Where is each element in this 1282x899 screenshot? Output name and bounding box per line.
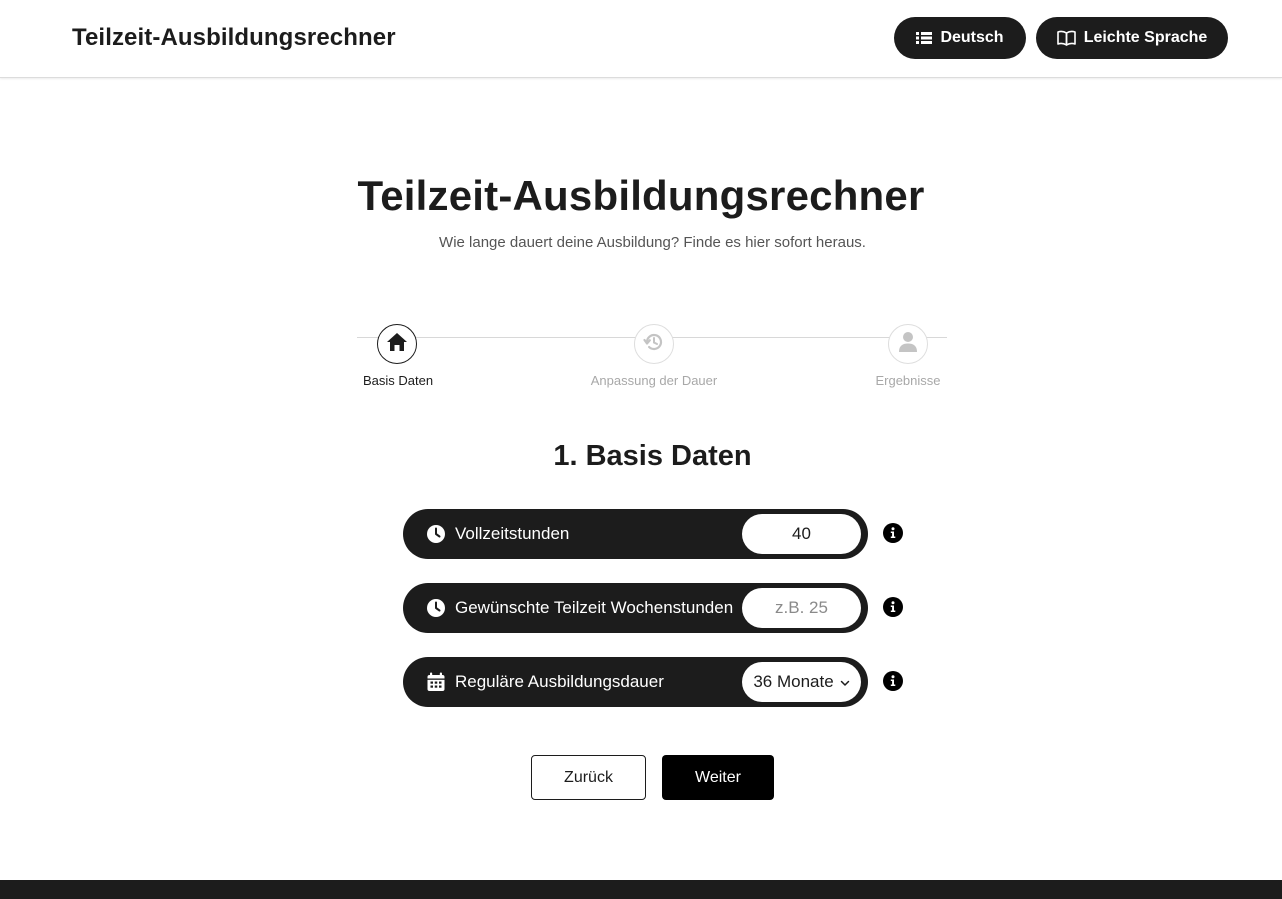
list-icon <box>916 31 933 45</box>
top-bar: Teilzeit-Ausbildungsrechner Deutsch Leic… <box>0 0 1282 78</box>
part-time-hours-label: Gewünschte Teilzeit Wochenstunden <box>455 598 734 617</box>
training-duration-value: 36 Monate <box>753 672 834 691</box>
full-time-hours-row: Vollzeitstunden 40 <box>403 509 868 559</box>
page-title: Teilzeit-Ausbildungsrechner <box>357 172 925 219</box>
training-duration-select[interactable]: 36 Monate <box>742 662 861 702</box>
footer <box>0 880 1282 899</box>
step-1-label: Basis Daten <box>362 373 434 388</box>
step-2-label: Anpassung der Dauer <box>590 373 718 388</box>
language-button-label: Deutsch <box>940 29 1004 46</box>
book-open-icon <box>1056 30 1076 46</box>
full-time-hours-info-icon[interactable] <box>883 523 903 543</box>
history-icon <box>643 331 665 358</box>
step-3-label: Ergebnisse <box>875 373 941 388</box>
calendar-icon <box>426 672 446 692</box>
full-time-hours-input[interactable]: 40 <box>742 514 861 554</box>
part-time-hours-row: Gewünschte Teilzeit Wochenstunden z.B. 2… <box>403 583 868 633</box>
easy-language-button[interactable]: Leichte Sprache <box>1036 17 1228 59</box>
clock-icon <box>426 524 446 544</box>
next-button[interactable]: Weiter <box>662 755 774 800</box>
step-3-circle[interactable] <box>888 324 928 364</box>
back-button[interactable]: Zurück <box>531 755 646 800</box>
step-1-circle[interactable] <box>377 324 417 364</box>
home-icon <box>386 332 408 357</box>
part-time-hours-info-icon[interactable] <box>883 597 903 617</box>
part-time-hours-input[interactable]: z.B. 25 <box>742 588 861 628</box>
chevron-down-icon <box>840 672 850 692</box>
easy-language-button-label: Leichte Sprache <box>1083 29 1208 46</box>
section-title: 1. Basis Daten <box>553 440 752 472</box>
brand-title[interactable]: Teilzeit-Ausbildungsrechner <box>72 24 396 52</box>
user-icon <box>898 331 918 358</box>
language-button[interactable]: Deutsch <box>894 17 1026 59</box>
page-subtitle: Wie lange dauert deine Ausbildung? Finde… <box>439 234 866 251</box>
training-duration-label: Reguläre Ausbildungsdauer <box>455 672 664 691</box>
step-2-circle[interactable] <box>634 324 674 364</box>
training-duration-row: Reguläre Ausbildungsdauer 36 Monate <box>403 657 868 707</box>
full-time-hours-label: Vollzeitstunden <box>455 524 570 543</box>
training-duration-info-icon[interactable] <box>883 671 903 691</box>
clock-icon <box>426 598 446 618</box>
